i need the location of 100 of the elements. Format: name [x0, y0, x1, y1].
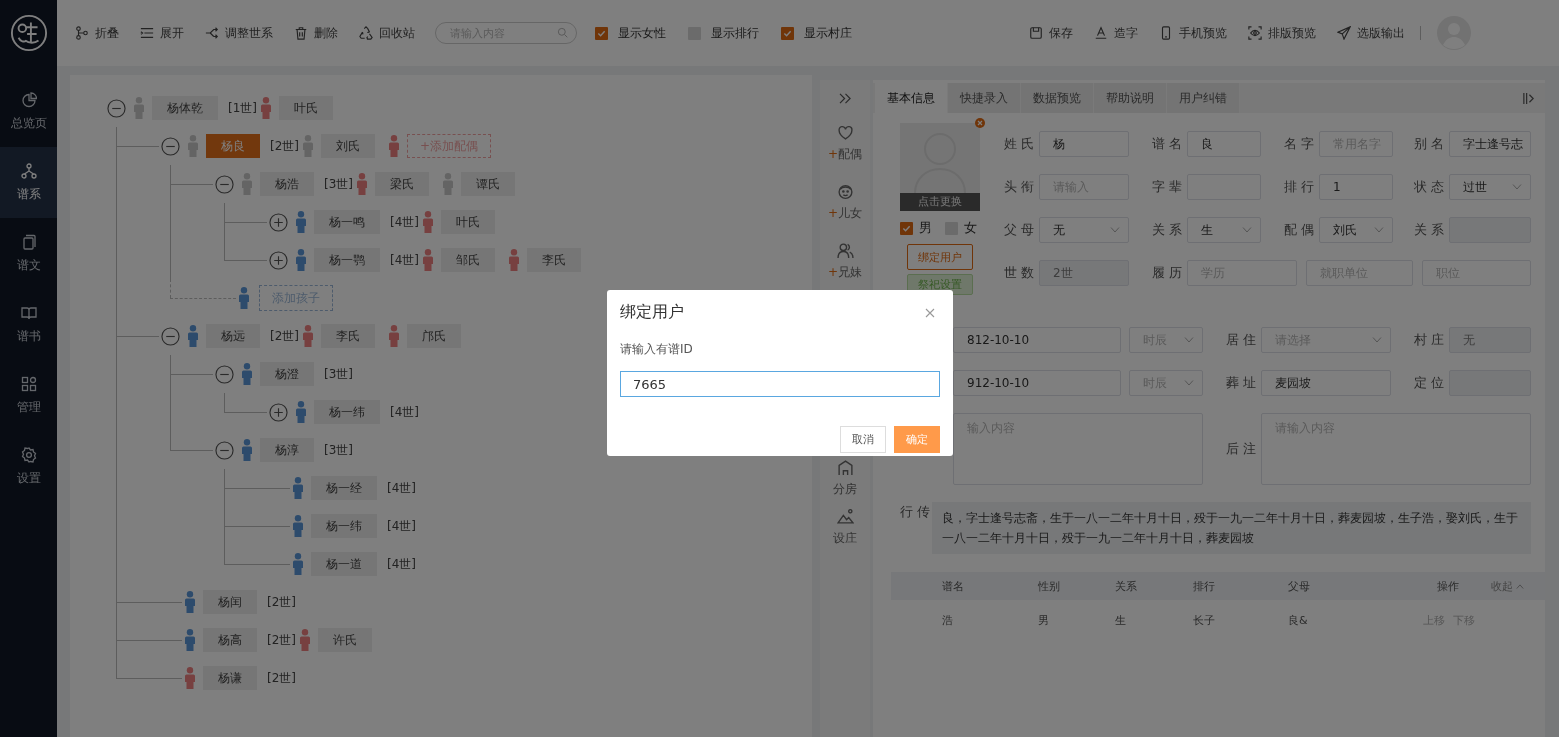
person-name[interactable]: 杨高 [203, 628, 257, 652]
toolbar-button[interactable]: 展开 [140, 24, 184, 42]
checkbox-label[interactable]: 显示女性 [618, 24, 666, 42]
checkbox-label[interactable]: 显示村庄 [804, 24, 852, 42]
column-header: 排行 [1193, 578, 1215, 594]
sidebar-item[interactable]: 总览页 [0, 76, 57, 147]
toolbar-button[interactable]: 造字 [1094, 24, 1138, 42]
table-cell: 长子 [1193, 612, 1215, 628]
field-label: 名字 [1284, 135, 1319, 153]
input-field[interactable]: 无 [1449, 327, 1531, 353]
person-name[interactable]: 杨闰 [203, 590, 257, 614]
spouse-name[interactable]: 梁氏 [375, 172, 429, 196]
spouse-name[interactable]: 叶氏 [441, 210, 495, 234]
person-name[interactable]: 杨一纬 [314, 400, 380, 424]
toolbar-button[interactable]: 折叠 [75, 24, 119, 42]
tab[interactable]: 用户纠错 [1167, 83, 1240, 113]
spouse-name[interactable]: 李氏 [527, 248, 581, 272]
generation-label: [4世] [387, 479, 416, 497]
spouse-name[interactable]: 邝氏 [407, 324, 461, 348]
generation-label: [4世] [390, 213, 419, 231]
cancel-button[interactable]: 取消 [840, 426, 886, 453]
toolbar-button[interactable]: 手机预览 [1159, 24, 1227, 42]
sidebar-item[interactable]: 谱书 [0, 289, 57, 360]
table-cell: 男 [1038, 612, 1049, 628]
column-header: 谱名 [942, 578, 964, 594]
field-label: 字辈 [1152, 178, 1187, 196]
select-field[interactable]: 过世 [1449, 174, 1531, 200]
sidebar-item[interactable]: 谱系 [0, 147, 57, 218]
action-button[interactable]: 设庄 [833, 508, 857, 547]
field-label: 定位 [1414, 374, 1449, 392]
toolbar-button[interactable]: 回收站 [359, 24, 415, 42]
tab[interactable]: 快捷录入 [948, 83, 1021, 113]
field-label: 行传 [900, 503, 932, 521]
input-field[interactable]: 2世 [1039, 260, 1129, 286]
toolbar-button[interactable]: 保存 [1029, 24, 1073, 42]
change-photo-button[interactable]: 点击更换 [900, 193, 980, 211]
generation-label: [2世] [267, 669, 296, 687]
input-field[interactable]: 912-10-10 [953, 370, 1121, 396]
input-field[interactable]: 字士逢号志 [1449, 131, 1531, 157]
tab[interactable]: 帮助说明 [1094, 83, 1167, 113]
field-label: 村庄 [1414, 331, 1449, 349]
column-header: 操作 [1437, 578, 1459, 594]
person-name[interactable]: 杨一道 [311, 552, 377, 576]
select-field[interactable]: 刘氏 [1319, 217, 1393, 243]
input-field[interactable]: 812-10-10 [953, 327, 1121, 353]
generation-label: [4世] [387, 555, 416, 573]
spouse-name[interactable]: 邹氏 [441, 248, 495, 272]
tab[interactable]: 基本信息 [875, 83, 948, 113]
sidebar-item[interactable]: 设置 [0, 431, 57, 502]
generation-label: [2世] [270, 137, 299, 155]
confirm-button[interactable]: 确定 [894, 426, 940, 453]
spouse-name[interactable]: 李氏 [321, 324, 375, 348]
generation-label: [2世] [270, 327, 299, 345]
person-name[interactable]: 杨一鸣 [314, 210, 380, 234]
input-field[interactable]: 杨 [1039, 131, 1129, 157]
spouse-name[interactable]: 许氏 [318, 628, 372, 652]
action-button[interactable]: +儿女 [827, 183, 863, 222]
generation-label: [4世] [387, 517, 416, 535]
checkbox-label[interactable]: 显示排行 [711, 24, 759, 42]
action-button[interactable]: 绑定用户 [907, 244, 973, 270]
person-name[interactable]: 杨远 [206, 324, 260, 348]
person-name[interactable]: 杨一鹗 [314, 248, 380, 272]
toolbar-button[interactable]: 删除 [294, 24, 338, 42]
spouse-name[interactable]: 刘氏 [321, 134, 375, 158]
toolbar-button[interactable]: 调整世系 [205, 24, 273, 42]
field-label: 居住 [1226, 331, 1261, 349]
tab[interactable]: 数据预览 [1021, 83, 1094, 113]
generation-label: [3世] [324, 175, 353, 193]
checkbox-label[interactable]: 女 [964, 219, 977, 237]
generation-label: [3世] [324, 441, 353, 459]
table-cell: 良& [1288, 612, 1308, 628]
checkbox-label[interactable]: 男 [919, 219, 932, 237]
sidebar-item[interactable]: 谱文 [0, 218, 57, 289]
action-button[interactable]: +配偶 [827, 124, 863, 163]
input-field[interactable]: 麦园坡 [1261, 370, 1391, 396]
input-field[interactable]: 良 [1187, 131, 1261, 157]
action-button[interactable]: 分房 [833, 459, 857, 498]
input-field[interactable]: 1 [1319, 174, 1393, 200]
person-name[interactable]: 杨良 [206, 134, 260, 158]
person-name[interactable]: 杨体乾 [152, 96, 218, 120]
field-label: 谱名 [1152, 135, 1187, 153]
select-field[interactable]: 无 [1039, 217, 1129, 243]
input-field[interactable]: 7665 [620, 371, 940, 397]
person-name[interactable]: 杨一经 [311, 476, 377, 500]
action-button[interactable]: +兄妹 [827, 242, 863, 281]
person-name[interactable]: 杨一纬 [311, 514, 377, 538]
field-label: 排行 [1284, 178, 1319, 196]
person-name[interactable]: 杨澄 [260, 362, 314, 386]
spouse-name[interactable]: 叶氏 [279, 96, 333, 120]
field-label: 葬址 [1226, 374, 1261, 392]
toolbar-button[interactable]: 选版输出 [1337, 24, 1405, 42]
dialog-title: 绑定用户 [620, 302, 684, 323]
person-name[interactable]: 杨谦 [203, 666, 257, 690]
sidebar-item[interactable]: 管理 [0, 360, 57, 431]
spouse-name[interactable]: 谭氏 [461, 172, 515, 196]
person-name[interactable]: 杨淳 [260, 438, 314, 462]
generation-label: [4世] [390, 403, 419, 421]
toolbar-button[interactable]: 排版预览 [1248, 24, 1316, 42]
person-name[interactable]: 杨浩 [260, 172, 314, 196]
select-field[interactable]: 生 [1187, 217, 1261, 243]
